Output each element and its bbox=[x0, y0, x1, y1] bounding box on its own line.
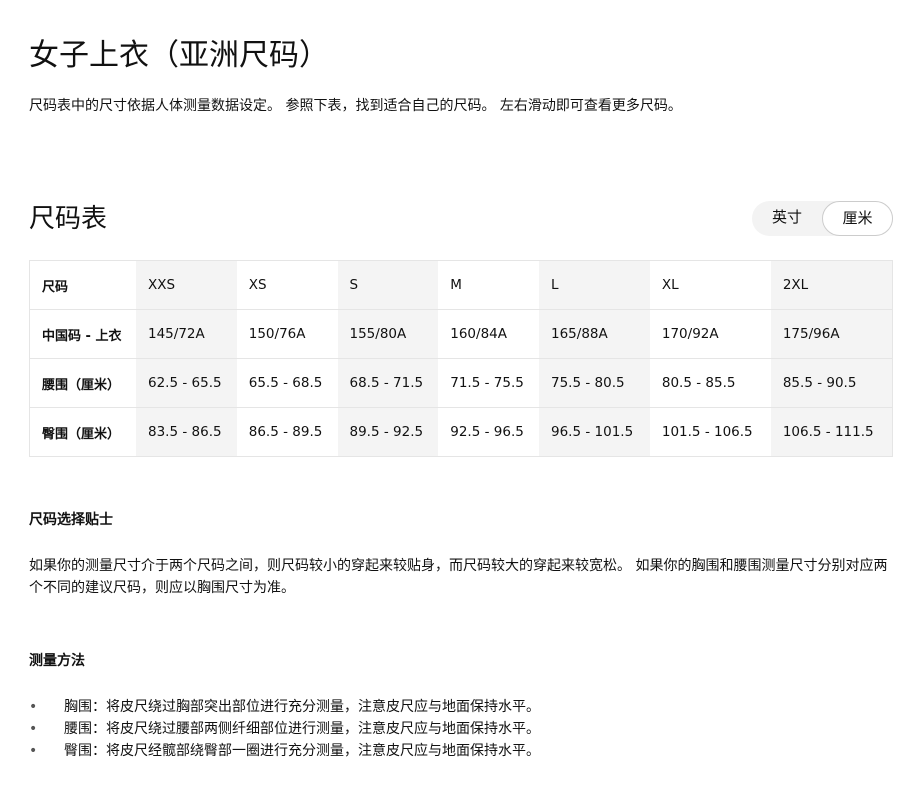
table-cell: 68.5 - 71.5 bbox=[337, 358, 439, 408]
measure-item-waist: 腰围：将皮尺绕过腰部两侧纤细部位进行测量，注意皮尺应与地面保持水平。 bbox=[29, 718, 540, 740]
size-chart-title: 尺码表 bbox=[29, 204, 108, 234]
table-cell: 175/96A bbox=[770, 309, 893, 359]
table-cell: 85.5 - 90.5 bbox=[770, 358, 893, 408]
table-cell: L bbox=[539, 260, 650, 310]
table-cell: 75.5 - 80.5 bbox=[539, 358, 650, 408]
table-cell: 2XL bbox=[770, 260, 893, 310]
page-title: 女子上衣（亚洲尺码） bbox=[29, 38, 329, 73]
tips-title: 尺码选择贴士 bbox=[29, 512, 113, 528]
table-cell: 89.5 - 92.5 bbox=[337, 407, 439, 457]
measure-title: 测量方法 bbox=[29, 653, 85, 669]
table-cell: XL bbox=[661, 277, 679, 293]
size-table: 尺码 XXS XS S M L XL 2XL 中国码 - 上衣 145/72A 150/76A 155… bbox=[29, 260, 893, 457]
table-cell: 92.5 - 96.5 bbox=[438, 407, 539, 457]
table-cell: 170/92A bbox=[649, 309, 771, 359]
table-cell: 145/72A bbox=[136, 309, 237, 359]
row-label: 腰围（厘米） bbox=[29, 358, 136, 408]
table-cell: 150/76A bbox=[236, 309, 338, 359]
unit-toggle: 英寸 厘米 bbox=[752, 201, 893, 236]
table-row: 中国码 - 上衣 145/72A 150/76A 155/80A 160/84A 165/… bbox=[29, 309, 893, 359]
table-cell: XS bbox=[248, 277, 267, 293]
table-row: 尺码 XXS XS S M L XL 2XL bbox=[30, 260, 893, 310]
table-cell: 165/88A bbox=[539, 309, 650, 359]
row-label: 中国码 - 上衣 bbox=[29, 309, 136, 359]
table-cell: M bbox=[450, 277, 462, 293]
table-row: 腰围（厘米） 62.5 - 65.5 65.5 - 68.5 68.5 - 71.5 7… bbox=[29, 358, 893, 408]
row-label: 臀围（厘米） bbox=[29, 407, 136, 457]
unit-inch-button[interactable]: 英寸 bbox=[752, 201, 822, 234]
measure-list: 胸围：将皮尺绕过胸部突出部位进行充分测量，注意皮尺应与地面保持水平。 腰围：将皮… bbox=[29, 696, 540, 762]
unit-cm-button[interactable]: 厘米 bbox=[822, 201, 893, 236]
measure-item-hip: 臀围：将皮尺经髋部绕臀部一圈进行充分测量，注意皮尺应与地面保持水平。 bbox=[29, 740, 540, 762]
table-cell: 106.5 - 111.5 bbox=[770, 407, 893, 457]
table-cell: 86.5 - 89.5 bbox=[236, 407, 338, 457]
table-cell: 80.5 - 85.5 bbox=[649, 358, 771, 408]
measure-item-chest: 胸围：将皮尺绕过胸部突出部位进行充分测量，注意皮尺应与地面保持水平。 bbox=[29, 696, 540, 718]
row-label: 尺码 bbox=[42, 279, 69, 295]
table-cell: S bbox=[337, 260, 439, 310]
table-cell: 65.5 - 68.5 bbox=[236, 358, 338, 408]
table-cell: 62.5 - 65.5 bbox=[136, 358, 237, 408]
table-cell: 101.5 - 106.5 bbox=[649, 407, 771, 457]
table-cell: 71.5 - 75.5 bbox=[438, 358, 539, 408]
tips-text: 如果你的测量尺寸介于两个尺码之间，则尺码较小的穿起来较贴身，而尺码较大的穿起来较… bbox=[29, 558, 888, 596]
table-cell: 96.5 - 101.5 bbox=[539, 407, 650, 457]
table-row: 臀围（厘米） 83.5 - 86.5 86.5 - 89.5 89.5 - 92.5 9… bbox=[29, 407, 893, 457]
table-cell: 160/84A bbox=[438, 309, 539, 359]
intro-text: 尺码表中的尺寸依据人体测量数据设定。 参照下表，找到适合自己的尺码。 左右滑动即… bbox=[29, 98, 682, 114]
table-cell: 155/80A bbox=[337, 309, 439, 359]
table-cell: 83.5 - 86.5 bbox=[136, 407, 237, 457]
table-cell: XXS bbox=[136, 260, 237, 310]
